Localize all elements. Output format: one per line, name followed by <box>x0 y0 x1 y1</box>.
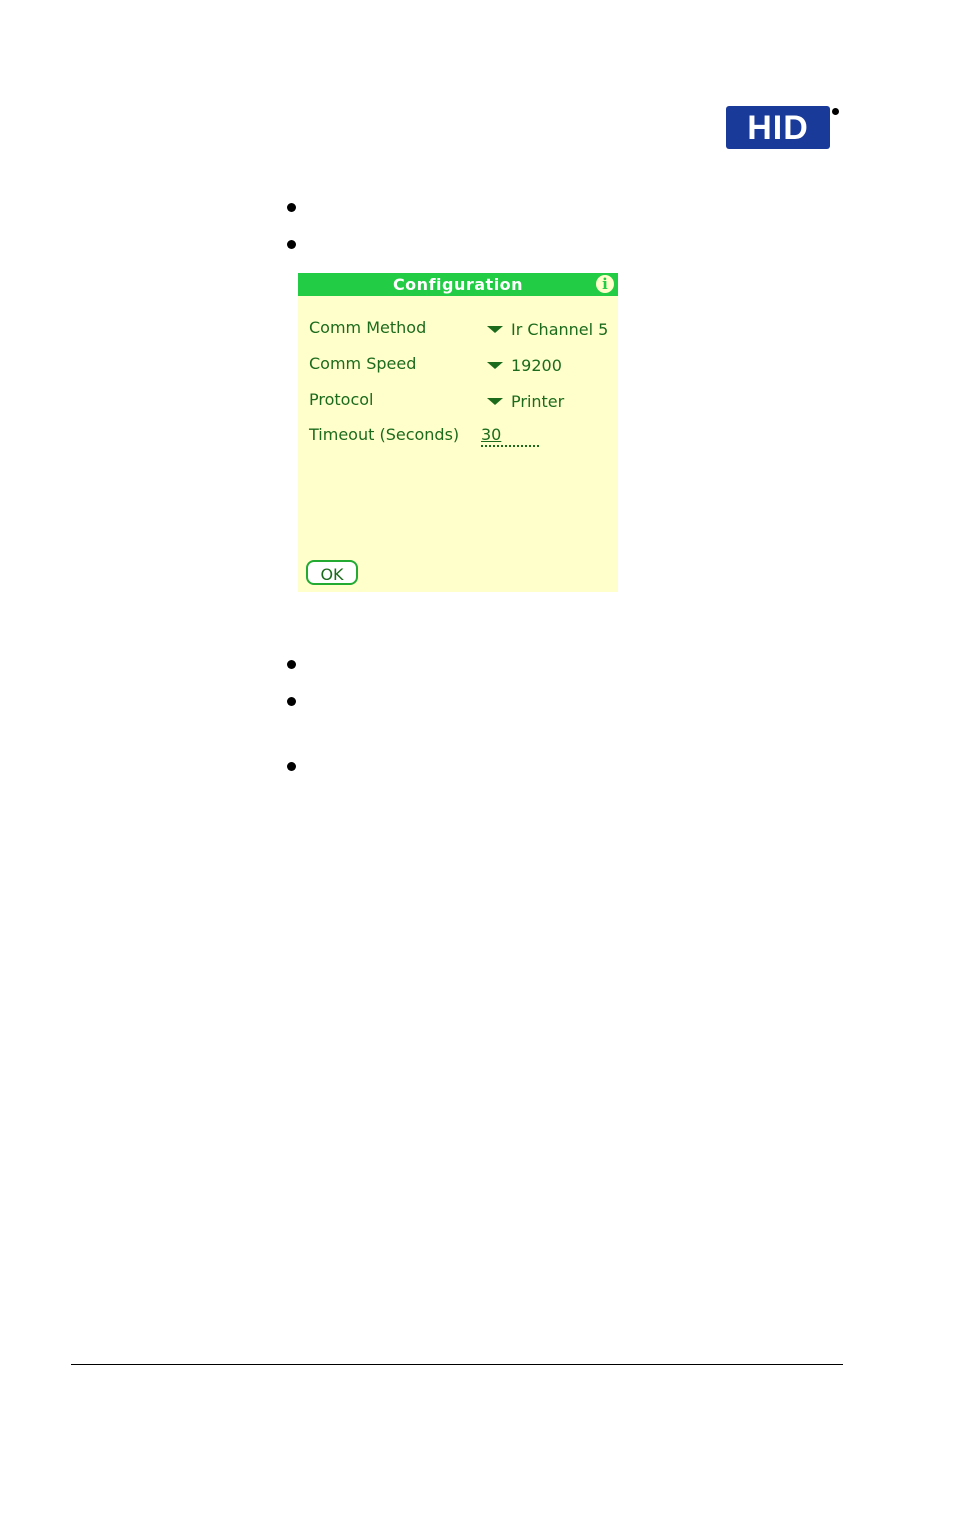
comm-method-value: Ir Channel 5 <box>511 320 609 339</box>
bullet-point <box>287 240 296 249</box>
timeout-input[interactable]: 30 <box>481 425 539 447</box>
dialog-titlebar: Configuration i <box>298 273 618 296</box>
dropdown-triangle-icon <box>487 362 503 369</box>
bullet-point <box>287 697 296 706</box>
info-icon[interactable]: i <box>596 275 614 293</box>
dropdown-triangle-icon <box>487 398 503 405</box>
protocol-value: Printer <box>511 392 565 411</box>
comm-method-label: Comm Method <box>309 318 427 337</box>
bullet-point <box>287 762 296 771</box>
protocol-label: Protocol <box>309 390 374 409</box>
protocol-picker[interactable]: Printer <box>487 392 564 411</box>
bullet-point <box>287 660 296 669</box>
ok-button[interactable]: OK <box>306 560 358 585</box>
footer-rule <box>71 1364 843 1365</box>
comm-speed-value: 19200 <box>511 356 562 375</box>
timeout-label: Timeout (Seconds) <box>309 425 460 444</box>
dropdown-triangle-icon <box>487 326 503 333</box>
logo-text: HID <box>747 108 809 147</box>
timeout-value: 30 <box>481 425 502 444</box>
comm-method-picker[interactable]: Ir Channel 5 <box>487 320 608 339</box>
dialog-title: Configuration <box>392 275 524 294</box>
configuration-dialog: Configuration i Comm Method Ir Channel 5… <box>298 273 618 592</box>
bullet-point <box>287 203 296 212</box>
comm-speed-picker[interactable]: 19200 <box>487 356 562 375</box>
hid-logo: HID <box>726 106 830 149</box>
registered-mark <box>832 108 839 115</box>
comm-speed-label: Comm Speed <box>309 354 417 373</box>
